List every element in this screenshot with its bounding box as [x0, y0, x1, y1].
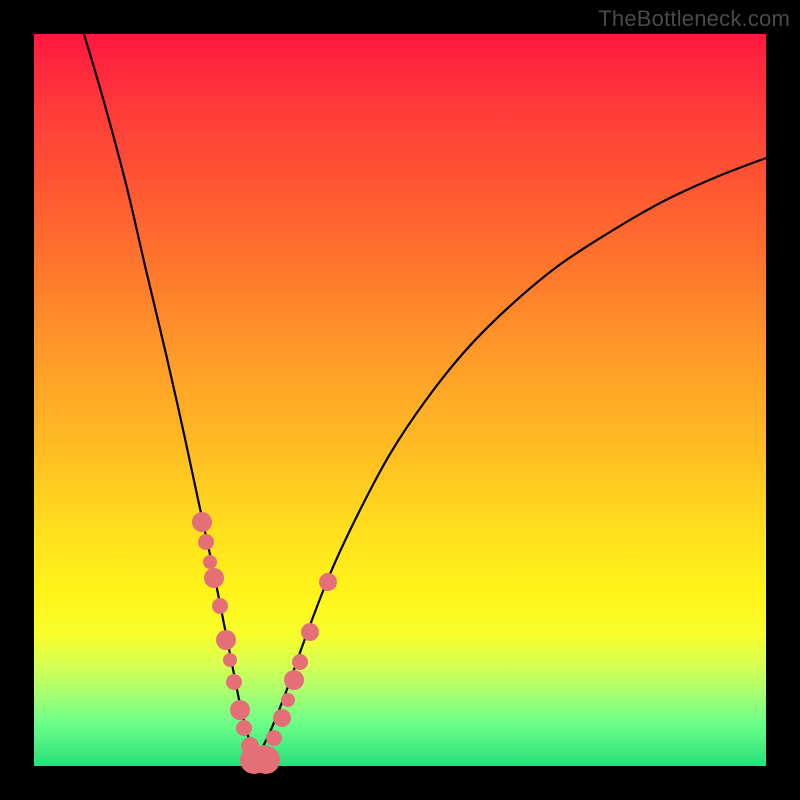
data-dot — [223, 653, 237, 667]
data-dot — [281, 693, 295, 707]
data-dot — [292, 654, 308, 670]
data-dot — [203, 555, 217, 569]
chart-frame: TheBottleneck.com — [0, 0, 800, 800]
data-dot — [319, 573, 337, 591]
right-curve — [258, 158, 766, 756]
data-dot — [266, 730, 282, 746]
data-dot — [216, 630, 236, 650]
data-dot — [204, 568, 224, 588]
curves-svg — [34, 34, 766, 766]
data-dot — [198, 534, 214, 550]
data-dot — [236, 720, 252, 736]
data-dot — [212, 598, 228, 614]
watermark-text: TheBottleneck.com — [598, 6, 790, 32]
data-dot — [301, 623, 319, 641]
data-dots — [192, 512, 337, 774]
data-dot — [284, 670, 304, 690]
data-dot — [273, 709, 291, 727]
plot-area — [34, 34, 766, 766]
data-dot — [230, 700, 250, 720]
data-dot — [226, 674, 242, 690]
data-dot — [192, 512, 212, 532]
data-dot — [252, 746, 280, 774]
